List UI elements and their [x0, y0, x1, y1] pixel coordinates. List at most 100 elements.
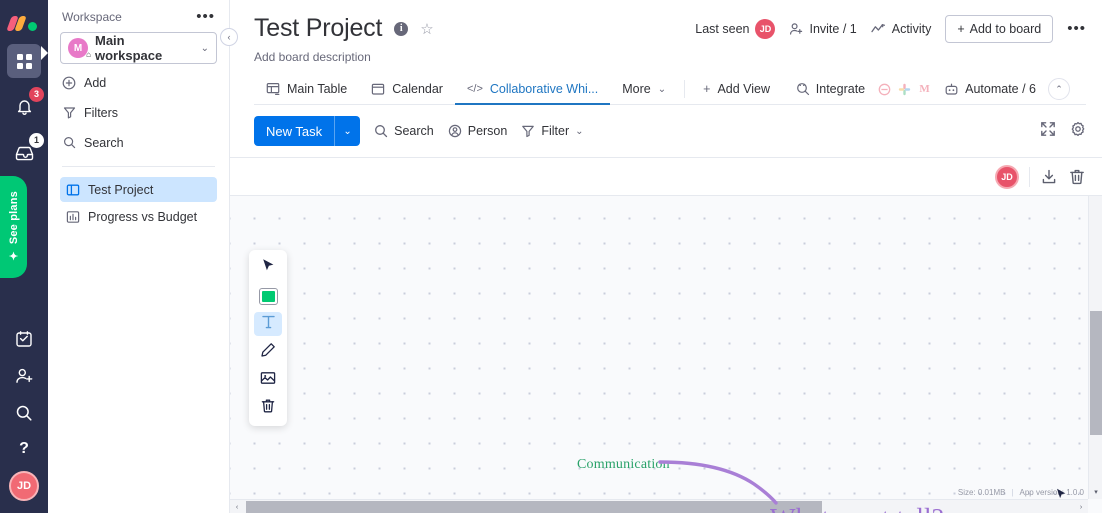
- workspace-selector[interactable]: M ⌂ Main workspace ⌄: [60, 32, 217, 64]
- left-icon-rail: 3 1 ✦ See plans: [0, 0, 48, 513]
- canvas-actions-divider: [1029, 167, 1030, 187]
- tab-main-table[interactable]: Main Table: [254, 74, 359, 104]
- slack-icon[interactable]: [897, 82, 912, 97]
- help-icon[interactable]: ?: [19, 441, 29, 457]
- page-title: Test Project: [254, 14, 382, 43]
- invite-button[interactable]: Invite / 1: [789, 22, 856, 36]
- sidebar-divider: [62, 166, 215, 167]
- board-header: Test Project i ☆ Last seen JD: [230, 0, 1102, 105]
- notifications-bell-icon: [16, 98, 33, 116]
- automate-button[interactable]: Automate / 6: [944, 82, 1036, 96]
- gear-icon[interactable]: [1070, 121, 1086, 142]
- text-icon: [261, 314, 276, 335]
- tab-label: Main Table: [287, 82, 347, 96]
- plus-icon: +: [703, 82, 710, 96]
- filter-button[interactable]: Filter ⌄: [521, 124, 583, 138]
- board-more-icon[interactable]: •••: [1067, 24, 1086, 34]
- monday-logo[interactable]: [9, 14, 39, 32]
- add-to-board-button[interactable]: + Add to board: [945, 15, 1053, 43]
- chevron-down-icon: ⌄: [658, 84, 666, 95]
- board-toolbar: New Task ⌄ Search Person: [230, 105, 1102, 158]
- integrate-button[interactable]: Integrate: [796, 82, 865, 96]
- trash-icon: [260, 398, 276, 419]
- invite-members-icon[interactable]: [15, 367, 34, 390]
- new-task-button[interactable]: New Task ⌄: [254, 116, 360, 146]
- rail-item-home[interactable]: [7, 44, 41, 78]
- canvas-size-label: Size: 0.01MB: [958, 488, 1006, 497]
- person-filter-button[interactable]: Person: [448, 124, 508, 138]
- workspace-header: Workspace •••: [60, 0, 217, 28]
- integrate-icon: [796, 82, 810, 96]
- add-view-button[interactable]: + Add View: [691, 74, 782, 104]
- select-cursor-tool[interactable]: [254, 256, 282, 280]
- workspace-header-label: Workspace: [62, 10, 122, 24]
- vertical-scroll-thumb[interactable]: [1090, 311, 1102, 435]
- integration-icons: M: [877, 82, 932, 97]
- sidebar-item-test-project[interactable]: Test Project: [60, 177, 217, 202]
- search-icon: [374, 124, 388, 138]
- favorite-star-icon[interactable]: ☆: [420, 20, 433, 38]
- canvas-vertical-scrollbar[interactable]: ▾ ▾: [1088, 196, 1102, 499]
- tab-collaborative-whiteboard[interactable]: </> Collaborative Whi...: [455, 74, 610, 104]
- whiteboard-tool-palette: [249, 250, 287, 426]
- add-view-label: Add View: [717, 82, 770, 96]
- sidebar-item-search[interactable]: Search: [60, 131, 217, 154]
- scroll-right-arrow[interactable]: ›: [1074, 500, 1088, 513]
- last-seen-label: Last seen: [695, 22, 749, 36]
- canvas-collaborator-avatar[interactable]: JD: [995, 165, 1019, 189]
- my-work-icon[interactable]: [15, 330, 33, 353]
- sidebar-item-add[interactable]: Add: [60, 71, 217, 94]
- sidebar-item-label: Search: [84, 136, 124, 150]
- gmail-icon[interactable]: M: [917, 82, 932, 97]
- notifications-badge: 3: [29, 87, 44, 102]
- board-description-placeholder[interactable]: Add board description: [254, 50, 1086, 64]
- canvas-text-what-went-tell[interactable]: What went tell?: [770, 503, 944, 513]
- workspace-name: Main workspace: [95, 33, 194, 63]
- dashboard-icon: [66, 210, 80, 224]
- see-plans-label: See plans: [8, 191, 20, 244]
- collapse-header-button[interactable]: ⌃: [1048, 78, 1070, 100]
- chevron-down-icon[interactable]: ⌄: [334, 116, 360, 146]
- trash-icon[interactable]: [1068, 168, 1086, 186]
- outlook-icon[interactable]: [877, 82, 892, 97]
- download-icon[interactable]: [1040, 168, 1058, 186]
- whiteboard-canvas[interactable]: Communication What went tell? ▾ ▾ ‹ › Si…: [230, 196, 1102, 513]
- color-swatch-icon: [259, 288, 278, 305]
- activity-button[interactable]: Activity: [871, 22, 932, 36]
- color-swatch-tool[interactable]: [254, 284, 282, 308]
- scroll-left-arrow[interactable]: ‹: [230, 500, 244, 513]
- text-tool[interactable]: [254, 312, 282, 336]
- tab-calendar[interactable]: Calendar: [359, 74, 455, 104]
- image-tool[interactable]: [254, 368, 282, 392]
- filter-icon: [521, 124, 535, 138]
- tab-more[interactable]: More ⌄: [610, 74, 678, 104]
- workspace-initial: M: [74, 43, 82, 54]
- canvas-text-communication[interactable]: Communication: [577, 457, 670, 473]
- see-plans-button[interactable]: ✦ See plans: [0, 176, 27, 278]
- workspace-more-icon[interactable]: •••: [196, 12, 215, 22]
- fullscreen-icon[interactable]: [1040, 121, 1056, 142]
- pencil-icon: [260, 342, 276, 363]
- sidebar-item-filters[interactable]: Filters: [60, 101, 217, 124]
- invite-icon: [789, 22, 803, 36]
- sidebar-item-progress-vs-budget[interactable]: Progress vs Budget: [60, 204, 217, 229]
- avatar[interactable]: JD: [9, 471, 39, 501]
- app-version-label: App version: 1.0.0: [1020, 488, 1084, 497]
- pencil-tool[interactable]: [254, 340, 282, 364]
- delete-tool[interactable]: [254, 396, 282, 420]
- new-task-label: New Task: [254, 124, 334, 139]
- home-grid-icon: [16, 53, 33, 70]
- rail-item-inbox[interactable]: 1: [7, 136, 41, 170]
- sidebar-collapse-button[interactable]: ‹: [220, 28, 238, 46]
- scroll-down-arrow[interactable]: ▾: [1089, 485, 1102, 499]
- info-icon[interactable]: i: [394, 22, 408, 36]
- search-icon: [62, 136, 76, 150]
- last-seen-avatar[interactable]: JD: [755, 19, 775, 39]
- inbox-icon: [15, 146, 34, 161]
- tab-label: More: [622, 82, 650, 96]
- search-icon[interactable]: [15, 404, 33, 427]
- rail-item-notifications[interactable]: 3: [7, 90, 41, 124]
- search-button[interactable]: Search: [374, 124, 434, 138]
- last-seen-initials: JD: [760, 24, 772, 34]
- workspace-avatar: M ⌂: [68, 38, 88, 58]
